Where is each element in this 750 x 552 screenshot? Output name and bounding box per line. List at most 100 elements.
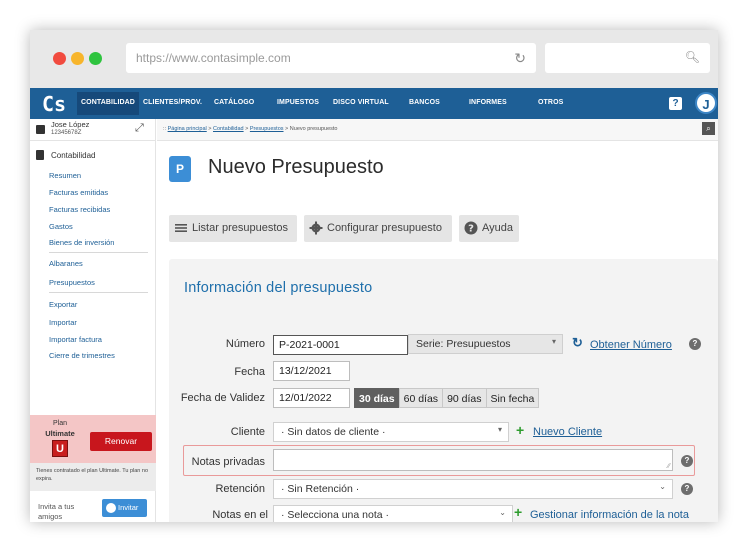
invite-text-line1: Invita a tus [38,502,75,511]
budget-icon: P [169,156,191,182]
invite-button-label: Invitar [118,503,139,512]
sidebar-item-exportar[interactable]: Exportar [49,300,77,309]
breadcrumb-prefix: :: [163,126,167,132]
help-label: Ayuda [482,222,513,234]
sidebar-item-importar[interactable]: Importar [49,318,77,327]
minimize-window-dot[interactable] [71,52,84,65]
notas-select[interactable]: · Selecciona una nota · ⌄ [273,505,513,522]
gestionar-notas-link[interactable]: Gestionar información de la nota [530,509,689,521]
validez-label: Fecha de Validez [180,392,265,404]
nav-disco-virtual[interactable]: DISCO VIRTUAL [333,99,389,106]
sidebar-divider [49,252,148,253]
search-icon[interactable]: ⌕ [702,122,715,135]
renew-button[interactable]: Renovar [90,432,152,451]
obtener-numero-link[interactable]: Obtener Número [590,339,672,351]
configure-budget-label: Configurar presupuesto [327,222,442,234]
address-bar[interactable]: https://www.contasimple.com ↻ [126,43,536,73]
sidebar-item-importar-factura[interactable]: Importar factura [49,335,102,344]
sidebar-item-presupuestos[interactable]: Presupuestos [49,278,95,287]
numero-label: Número [225,338,265,350]
nav-informes[interactable]: INFORMES [469,99,507,106]
configure-budget-button[interactable]: Configurar presupuesto [304,215,452,242]
breadcrumb-home[interactable]: Página principal [168,126,207,132]
cliente-select[interactable]: · Sin datos de cliente · ▾ [273,422,509,442]
validez-option-none[interactable]: Sin fecha [485,388,540,408]
breadcrumb-current: Nuevo presupuesto [289,126,338,132]
sidebar-item-albaranes[interactable]: Albaranes [49,259,83,268]
nav-impuestos[interactable]: IMPUESTOS [277,99,319,106]
retencion-value: · Sin Retención · [281,483,360,495]
nav-bancos[interactable]: BANCOS [409,99,440,106]
reload-icon[interactable]: ↻ [514,50,526,67]
card-title: Información del presupuesto [184,280,373,296]
list-budgets-button[interactable]: Listar presupuestos [169,215,297,242]
address-url: https://www.contasimple.com [136,51,291,65]
refresh-icon[interactable]: ↻ [572,335,583,351]
plan-panel: Plan Ultimate U Renovar [30,415,156,463]
numero-input[interactable]: P-2021-0001 [273,335,408,355]
help-icon[interactable]: ? [669,97,682,110]
nuevo-cliente-link[interactable]: Nuevo Cliente [533,426,602,438]
sidebar-item-resumen[interactable]: Resumen [49,171,81,180]
chevron-down-icon: ▾ [497,425,502,434]
plan-note: Tienes contratado el plan Ultimate. Tu p… [30,463,156,491]
sidebar-item-facturas-emitidas[interactable]: Facturas emitidas [49,188,108,197]
notas-privadas-textarea[interactable]: ∕∕ [273,449,673,471]
page-title: Nuevo Presupuesto [208,156,384,178]
sidebar-item-facturas-recibidas[interactable]: Facturas recibidas [49,205,110,214]
validez-input[interactable]: 12/01/2022 [273,388,350,408]
plan-label: Plan [52,420,67,427]
validez-option-30[interactable]: 30 días [354,388,400,408]
sidebar: Jose López 12345678Z ⤢ Contabilidad Resu… [30,119,156,522]
plan-name: Ultimate [45,429,75,438]
user-name: Jose López [51,120,90,129]
retencion-select[interactable]: · Sin Retención · ⌄ [273,479,673,499]
cliente-value: · Sin datos de cliente · [281,426,386,438]
retencion-label: Retención [215,483,265,495]
breadcrumb-contabilidad[interactable]: Contabilidad [213,126,244,132]
sidebar-section-title: Contabilidad [51,151,96,160]
close-window-dot[interactable] [53,52,66,65]
plan-badge: U [52,440,68,457]
chevron-down-icon: ⌄ [499,508,506,517]
sidebar-item-cierre-trimestres[interactable]: Cierre de trimestres [49,351,115,360]
validez-option-90[interactable]: 90 días [442,388,487,408]
list-budgets-label: Listar presupuestos [192,222,288,234]
breadcrumb-presupuestos[interactable]: Presupuestos [250,126,284,132]
help-icon[interactable]: ? [681,455,693,467]
document-icon [36,150,44,160]
top-navigation: Cs CONTABILIDAD CLIENTES/PROV. CATÁLOGO … [30,88,718,119]
invite-button[interactable]: Invitar [102,499,147,517]
chevron-down-icon: ▾ [551,337,556,346]
nav-otros[interactable]: OTROS [538,99,563,106]
user-avatar[interactable]: J [695,92,717,114]
validez-options: 30 días 60 días 90 días Sin fecha [354,388,540,408]
resize-handle-icon[interactable]: ∕∕ [668,463,670,470]
nav-clientes[interactable]: CLIENTES/PROV. [143,99,202,106]
app-logo[interactable]: Cs [42,92,66,116]
browser-toolbar: https://www.contasimple.com ↻ 🔍︎ [30,30,718,88]
sidebar-item-bienes-inversion[interactable]: Bienes de inversión [49,238,114,247]
collapse-sidebar-icon[interactable]: ⤢ [135,122,144,135]
validez-option-60[interactable]: 60 días [398,388,444,408]
send-icon [106,503,116,513]
chevron-down-icon: ⌄ [659,482,666,491]
maximize-window-dot[interactable] [89,52,102,65]
invite-text-line2: amigos [38,512,63,521]
breadcrumb-sep: > [208,126,212,132]
serie-select[interactable]: Serie: Presupuestos ▾ [408,334,563,354]
search-icon: 🔍︎ [684,50,700,64]
help-icon[interactable]: ? [681,483,693,495]
nav-catalogo[interactable]: CATÁLOGO [214,99,254,106]
plus-icon[interactable]: + [516,422,524,438]
sidebar-item-gastos[interactable]: Gastos [49,222,73,231]
nav-contabilidad[interactable]: CONTABILIDAD [77,92,139,115]
notas-privadas-label: Notas privadas [191,456,265,468]
fecha-input[interactable]: 13/12/2021 [273,361,350,381]
browser-search-box[interactable]: 🔍︎ [545,43,710,73]
help-icon[interactable]: ? [689,338,701,350]
help-button[interactable]: ? Ayuda [459,215,519,242]
plus-icon[interactable]: + [514,504,522,520]
breadcrumb-sep: > [285,126,289,132]
browser-window: https://www.contasimple.com ↻ 🔍︎ Cs CONT… [30,30,718,522]
